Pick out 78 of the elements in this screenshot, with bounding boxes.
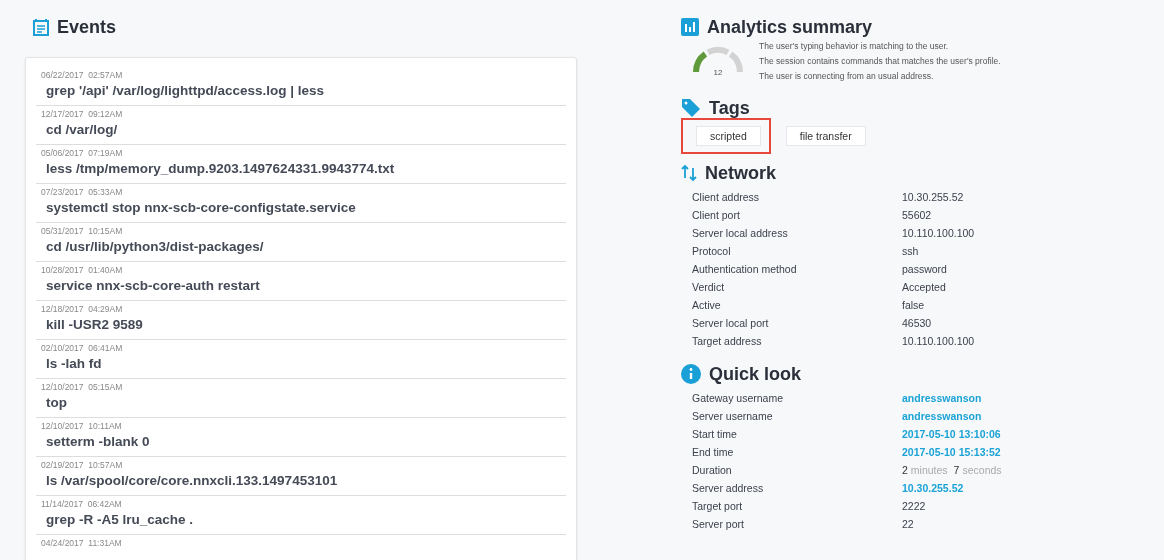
field-label: Start time: [692, 427, 737, 442]
field-label: Gateway username: [692, 391, 784, 406]
duration-unit: minutes: [910, 463, 948, 478]
field-label: Duration: [692, 463, 732, 478]
field-label: Server address: [692, 481, 764, 496]
value-link[interactable]: 10.30.255.52: [902, 481, 964, 496]
event-command: kill -USR2 9589: [46, 316, 143, 333]
event-timestamp: 12/10/2017 10:11AM: [41, 421, 122, 431]
field-value: ssh: [902, 244, 919, 259]
field-label: Client address: [692, 190, 760, 205]
analytics-note: The user is connecting from an usual address.: [759, 71, 934, 81]
section-title: Tags: [709, 97, 750, 119]
field-value: 2222: [902, 499, 926, 514]
field-label: Server local address: [692, 226, 788, 241]
calendar-icon: [33, 18, 49, 36]
field-value: 55602: [902, 208, 932, 223]
tag[interactable]: file transfer: [785, 126, 866, 146]
event-timestamp: 02/19/2017 10:57AM: [41, 460, 123, 470]
bar-chart-icon: [681, 18, 699, 36]
event-timestamp: 12/10/2017 05:15AM: [41, 382, 123, 392]
event-command: ls -lah fd: [46, 355, 102, 372]
field-label: Target address: [692, 334, 762, 349]
field-value: false: [902, 298, 925, 313]
event-command: grep -R -A5 lru_cache .: [46, 511, 194, 528]
tag-icon: [681, 98, 701, 118]
section-title: Events: [57, 16, 117, 38]
event-command: setterm -blank 0: [46, 433, 150, 450]
field-value: Accepted: [902, 280, 946, 295]
event-timestamp: 07/23/2017 05:33AM: [41, 187, 123, 197]
field-label: Authentication method: [692, 262, 797, 277]
section-title: Network: [705, 162, 776, 184]
field-label: Active: [692, 298, 721, 313]
tag[interactable]: scripted: [696, 126, 761, 146]
analytics-note: The user's typing behavior is matching to the user.: [759, 41, 949, 51]
section-title: Quick look: [709, 363, 802, 385]
gauge-value: 12: [713, 68, 723, 77]
event-timestamp: 06/22/2017 02:57AM: [41, 70, 123, 80]
event-timestamp: 10/28/2017 01:40AM: [41, 265, 123, 275]
event-timestamp: 12/18/2017 04:29AM: [41, 304, 123, 314]
event-timestamp: 05/31/2017 10:15AM: [41, 226, 123, 236]
event-timestamp: 02/10/2017 06:41AM: [41, 343, 123, 353]
info-icon: [681, 364, 701, 384]
field-label: Target port: [692, 499, 743, 514]
event-timestamp: 05/06/2017 07:19AM: [41, 148, 123, 158]
field-value: 46530: [902, 316, 932, 331]
field-value: 10.30.255.52: [902, 190, 964, 205]
field-label: End time: [692, 445, 734, 460]
value-link[interactable]: 2017-05-10 15:13:52: [902, 445, 1001, 460]
field-label: Server username: [692, 409, 773, 424]
event-command: top: [46, 394, 67, 411]
field-value: 10.110.100.100: [902, 334, 975, 349]
event-command: less /tmp/memory_dump.9203.1497624331.9943774.txt: [46, 160, 395, 177]
event-command: systemctl stop nnx-scb-core-configstate.service: [46, 199, 356, 216]
field-value: 10.110.100.100: [902, 226, 975, 241]
field-label: Client port: [692, 208, 740, 223]
event-command: grep '/api' /var/log/lighttpd/access.log | less: [46, 82, 325, 99]
duration-number: 7: [953, 463, 960, 478]
up-down-arrows-icon: [681, 164, 697, 182]
field-label: Protocol: [692, 244, 731, 259]
field-value: 22: [902, 517, 914, 532]
field-label: Server port: [692, 517, 744, 532]
duration-number: 2: [902, 463, 908, 478]
event-timestamp: 11/14/2017 06:42AM: [41, 499, 122, 509]
value-link[interactable]: andresswanson: [902, 391, 982, 406]
event-timestamp: 04/24/2017 11:31AM: [41, 538, 122, 548]
event-command: cd /var/log/: [46, 121, 118, 138]
value-link[interactable]: andresswanson: [902, 409, 982, 424]
section-title: Analytics summary: [707, 16, 873, 38]
event-timestamp: 12/17/2017 09:12AM: [41, 109, 123, 119]
field-label: Verdict: [692, 280, 725, 295]
field-value: password: [902, 262, 947, 277]
event-command: service nnx-scb-core-auth restart: [46, 277, 260, 294]
duration-unit: seconds: [962, 463, 1002, 478]
analytics-note: The session contains commands that matches the user's profile.: [759, 56, 1001, 66]
field-label: Server local port: [692, 316, 769, 331]
event-command: cd /usr/lib/python3/dist-packages/: [46, 238, 264, 255]
value-link[interactable]: 2017-05-10 13:10:06: [902, 427, 1001, 442]
event-command: ls /var/spool/core/core.nnxcli.133.1497453101: [46, 472, 338, 489]
